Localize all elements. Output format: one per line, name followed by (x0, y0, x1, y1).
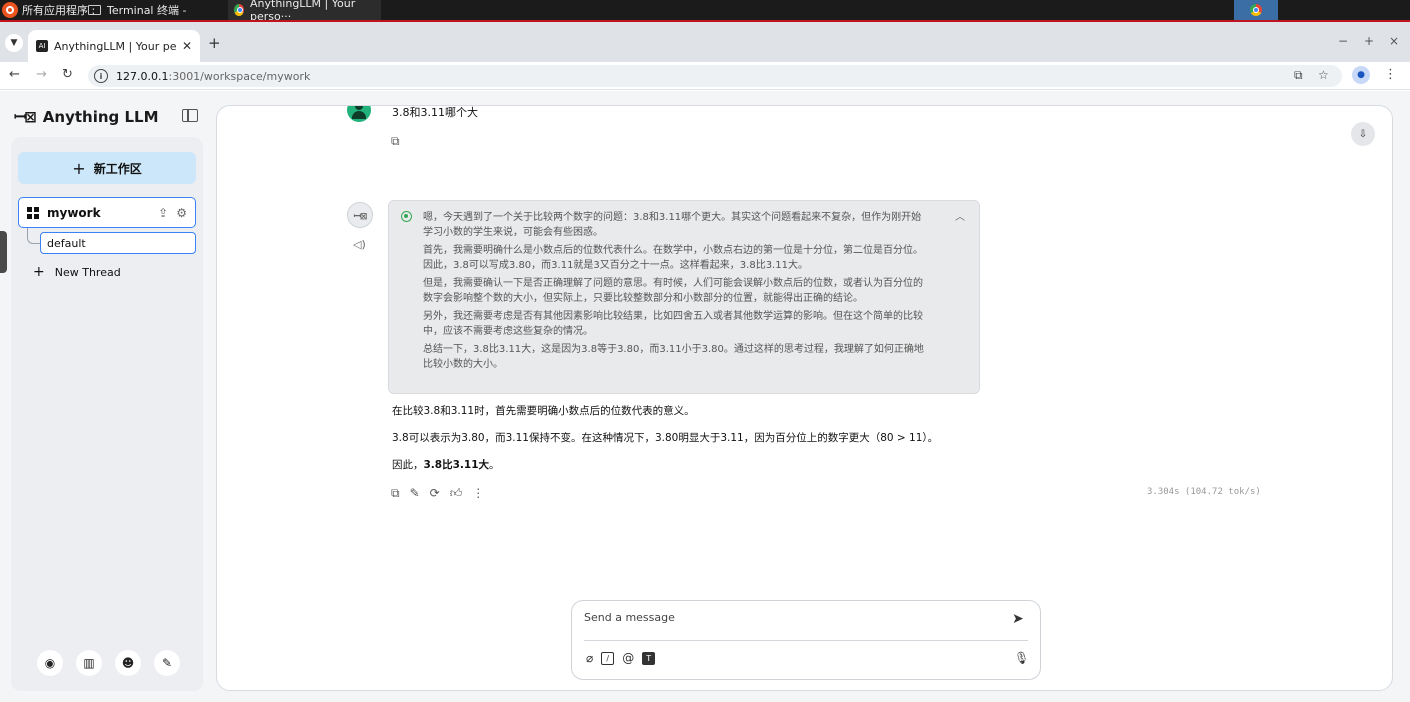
answer-paragraph: 因此，3.8比3.11大。 (392, 459, 500, 471)
thought-paragraph: 但是，我需要确认一下是否正确理解了问题的意思。有时候，人们可能会误解小数点后的位… (423, 278, 923, 304)
thought-paragraph: 首先，我需要明确什么是小数点后的位数代表什么。在数学中，小数点右边的第一位是十分… (423, 245, 923, 271)
docs-icon[interactable]: ▥ (76, 650, 102, 676)
sidebar-toggle-icon[interactable] (182, 109, 198, 122)
brand-text: Anything LLM (42, 108, 159, 126)
thinking-icon (401, 211, 412, 222)
taskbar-browser[interactable]: AnythingLLM | Your perso··· (228, 0, 381, 23)
tray-chrome[interactable] (1234, 0, 1278, 20)
github-icon[interactable]: ◉ (37, 650, 63, 676)
slash-command-icon[interactable]: / (601, 651, 615, 665)
os-taskbar: 所有应用程序 : Terminal 终端 - AnythingLLM | You… (0, 0, 1410, 23)
thumbs-up-icon[interactable]: 👍︎ (450, 486, 463, 501)
tray-chrome-icon (1250, 4, 1262, 16)
workspace-grid-icon (27, 206, 39, 219)
at-mention-icon[interactable]: @ (622, 651, 634, 665)
maximize-button[interactable]: + (1364, 34, 1374, 48)
answer-paragraph: 3.8可以表示为3.80，而3.11保持不变。在这种情况下，3.80明显大于3.… (392, 432, 939, 444)
workspace-name: mywork (47, 205, 101, 220)
speaker-icon[interactable]: ◁) (353, 238, 366, 251)
message-actions: ⧉ ✎ ⟳ 👍︎ ⋮ (391, 486, 484, 501)
send-icon[interactable]: ➤ (1012, 611, 1024, 627)
sidebar-footer: ◉ ▥ ☻ ✎ (37, 650, 180, 676)
translate-icon[interactable]: ⧉ (1294, 68, 1303, 83)
composer-divider (584, 640, 1028, 641)
message-input[interactable]: Send a message (584, 611, 675, 624)
chat-panel: 3.8和3.11哪个大 ⧉ ⇩ ꟷ⊠ ◁) ︿ 嗯，今天遇到了一个关于比较两个数… (216, 105, 1393, 691)
browser-toolbar: ← → ↻ i 127.0.0.1:3001/workspace/mywork … (0, 62, 1410, 90)
profile-avatar-icon[interactable]: ● (1352, 66, 1370, 84)
new-thread-button[interactable]: + New Thread (33, 264, 121, 280)
user-avatar (347, 106, 371, 122)
user-message: 3.8和3.11哪个大 (392, 106, 478, 119)
bookmark-star-icon[interactable]: ☆ (1318, 68, 1329, 82)
assistant-avatar: ꟷ⊠ (347, 202, 373, 228)
generation-speed: 3.304s (104.72 tok/s) (1147, 487, 1261, 497)
back-icon[interactable]: ← (9, 67, 20, 82)
regenerate-icon[interactable]: ⟳ (430, 486, 440, 501)
collapse-chevron-icon[interactable]: ︿ (955, 210, 965, 225)
composer-tools: ⌀ / @ T (586, 651, 656, 665)
brand-logo: ꟷ⊠ Anything LLM (14, 107, 159, 127)
site-info-icon[interactable]: i (94, 69, 108, 83)
anythingllm-logo-icon: ꟷ⊠ (14, 108, 37, 126)
url-text: 127.0.0.1:3001/workspace/mywork (116, 69, 311, 83)
thread-item-default[interactable]: default (40, 232, 196, 254)
chevron-down-icon: ▼ (10, 38, 18, 48)
attachment-icon[interactable]: ⌀ (586, 651, 593, 665)
browser-tabstrip: ▼ AI AnythingLLM | Your person ✕ + − + × (0, 22, 1410, 62)
sidebar: + 新工作区 mywork ⇪ ⚙ default + New Thread ◉… (11, 137, 203, 691)
edit-icon[interactable]: ✎ (410, 486, 420, 501)
workspace-item-mywork[interactable]: mywork ⇪ ⚙ (18, 197, 196, 228)
apps-menu[interactable]: 所有应用程序 : (0, 0, 95, 20)
tab-title: AnythingLLM | Your person (54, 39, 176, 53)
address-bar[interactable]: i 127.0.0.1:3001/workspace/mywork (88, 65, 1342, 87)
taskbar-terminal[interactable]: Terminal 终端 - (82, 0, 192, 20)
anythingllm-favicon-icon: AI (36, 40, 48, 52)
thread-name: default (47, 236, 86, 250)
browser-tab[interactable]: AI AnythingLLM | Your person ✕ (28, 30, 200, 62)
upload-icon[interactable]: ⇪ (158, 206, 168, 220)
message-composer: Send a message ➤ ⌀ / @ T 🎙︎ (571, 600, 1041, 680)
answer-paragraph: 在比较3.8和3.11时，首先需要明确小数点后的位数代表的意义。 (392, 405, 695, 417)
plus-icon: + (72, 158, 86, 178)
tab-search-button[interactable]: ▼ (5, 34, 23, 52)
sidebar-drag-handle[interactable] (0, 231, 7, 273)
copy-icon[interactable]: ⧉ (391, 134, 400, 149)
text-size-icon[interactable]: T (642, 651, 656, 665)
anythingllm-app: ꟷ⊠ Anything LLM + 新工作区 mywork ⇪ ⚙ defaul… (0, 91, 1410, 702)
more-options-icon[interactable]: ⋮ (472, 486, 484, 501)
assistant-answer: 在比较3.8和3.11时，首先需要明确小数点后的位数代表的意义。 3.8可以表示… (392, 404, 1092, 485)
minimize-button[interactable]: − (1338, 34, 1348, 48)
scroll-to-bottom-icon[interactable]: ⇩ (1351, 122, 1375, 146)
new-thread-label: New Thread (54, 265, 121, 279)
thought-paragraph: 总结一下，3.8比3.11大，这是因为3.8等于3.80，而3.11小于3.80… (423, 344, 924, 370)
thought-block: ︿ 嗯，今天遇到了一个关于比较两个数字的问题：3.8和3.11哪个更大。其实这个… (388, 200, 980, 394)
thread-connector (27, 228, 41, 244)
reload-icon[interactable]: ↻ (62, 67, 73, 82)
forward-icon[interactable]: → (36, 67, 47, 82)
close-window-button[interactable]: × (1389, 34, 1399, 48)
browser-menu-icon[interactable]: ⋮ (1384, 67, 1397, 82)
discord-icon[interactable]: ☻ (115, 650, 141, 676)
tab-close-icon[interactable]: ✕ (182, 39, 192, 53)
new-tab-button[interactable]: + (208, 34, 221, 52)
wrench-icon[interactable]: ✎ (154, 650, 180, 676)
ubuntu-icon (2, 2, 18, 18)
thought-paragraph: 嗯，今天遇到了一个关于比较两个数字的问题：3.8和3.11哪个更大。其实这个问题… (423, 212, 922, 238)
terminal-icon (88, 5, 101, 15)
new-workspace-button[interactable]: + 新工作区 (18, 152, 196, 184)
copy-icon[interactable]: ⧉ (391, 486, 400, 501)
plus-icon: + (33, 264, 45, 280)
taskbar-terminal-label: Terminal 终端 - (107, 4, 187, 17)
thought-paragraph: 另外，我还需要考虑是否有其他因素影响比较结果，比如四舍五入或者其他数学运算的影响… (423, 311, 923, 337)
gear-icon[interactable]: ⚙ (176, 206, 187, 220)
chrome-icon (234, 4, 244, 16)
new-workspace-label: 新工作区 (93, 161, 142, 176)
answer-conclusion: 3.8比3.11大 (423, 459, 490, 471)
microphone-icon[interactable]: 🎙︎ (1014, 651, 1029, 665)
